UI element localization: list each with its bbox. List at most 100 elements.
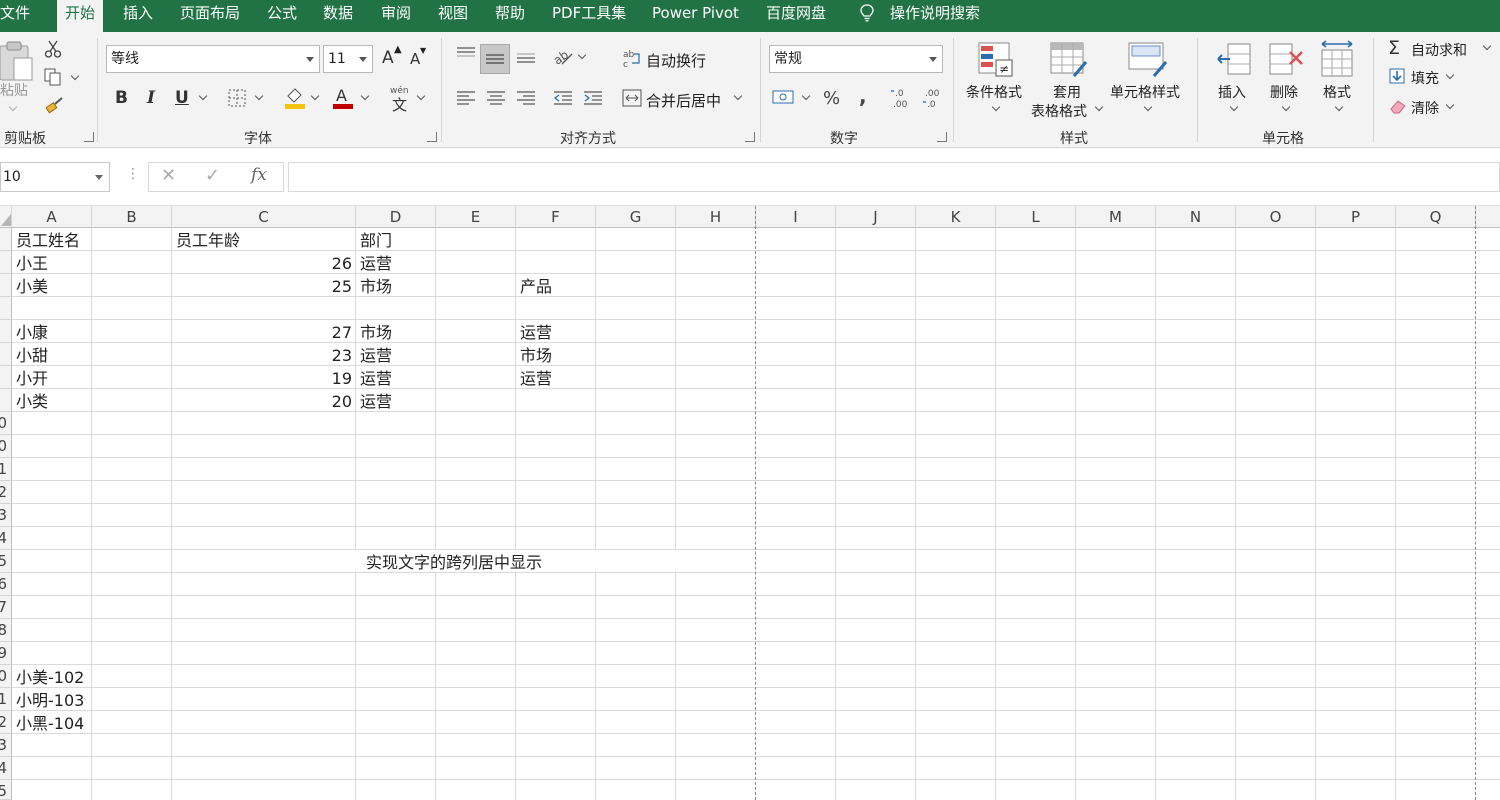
cell-d2[interactable]: 运营 xyxy=(356,252,396,275)
autosum-dropdown-icon[interactable] xyxy=(1482,41,1492,51)
merge-center-icon[interactable] xyxy=(622,89,642,107)
col-header-i[interactable]: I xyxy=(756,206,836,228)
insert-cells-icon[interactable] xyxy=(1216,42,1252,78)
cell-d3[interactable]: 市场 xyxy=(356,275,396,298)
conditional-dropdown-icon[interactable] xyxy=(991,102,1001,112)
col-header-g[interactable]: G xyxy=(596,206,676,228)
tab-pdf-tools[interactable]: PDF工具集 xyxy=(552,0,626,32)
clear-button[interactable]: 清除 xyxy=(1411,98,1439,118)
tab-baidu-netdisk[interactable]: 百度网盘 xyxy=(766,0,826,32)
col-header-p[interactable]: P xyxy=(1316,206,1396,228)
cell-c3[interactable]: 25 xyxy=(172,275,356,298)
grow-font-button[interactable]: A xyxy=(382,48,394,68)
increase-indent-icon[interactable] xyxy=(583,90,603,106)
row-header[interactable] xyxy=(0,297,12,320)
phonetic-dropdown-icon[interactable] xyxy=(416,91,426,101)
autosum-button[interactable]: 自动求和 xyxy=(1411,40,1467,60)
col-header-c[interactable]: C xyxy=(172,206,356,228)
delete-cells-icon[interactable] xyxy=(1268,42,1304,78)
row-header[interactable] xyxy=(0,228,12,251)
row-header[interactable]: 8 xyxy=(0,619,12,642)
row-header[interactable]: 6 xyxy=(0,573,12,596)
merge-center-button[interactable]: 合并后居中 xyxy=(646,90,721,111)
confirm-entry-icon[interactable]: ✓ xyxy=(205,165,220,186)
col-header-m[interactable]: M xyxy=(1076,206,1156,228)
row-header[interactable] xyxy=(0,343,12,366)
cell-f6[interactable]: 市场 xyxy=(516,344,556,367)
insert-function-icon[interactable]: fx xyxy=(251,165,267,185)
font-launcher-icon[interactable] xyxy=(427,132,437,142)
align-center-icon[interactable] xyxy=(486,90,506,106)
tab-page-layout[interactable]: 页面布局 xyxy=(180,0,240,32)
col-header-n[interactable]: N xyxy=(1156,206,1236,228)
col-header-a[interactable]: A xyxy=(12,206,92,228)
cell-a5[interactable]: 小康 xyxy=(12,321,52,344)
row-header[interactable]: 1 xyxy=(0,688,12,711)
row-header[interactable] xyxy=(0,274,12,297)
tab-view[interactable]: 视图 xyxy=(438,0,468,32)
underline-dropdown-icon[interactable] xyxy=(198,91,208,101)
tab-file[interactable]: 文件 xyxy=(0,0,30,32)
copy-icon[interactable] xyxy=(44,68,64,86)
tab-power-pivot[interactable]: Power Pivot xyxy=(652,0,739,32)
format-as-table-line2[interactable]: 表格格式 xyxy=(1031,101,1087,121)
insert-dropdown-icon[interactable] xyxy=(1229,102,1239,112)
cell-d5[interactable]: 市场 xyxy=(356,321,396,344)
tab-home[interactable]: 开始 xyxy=(57,0,104,32)
fill-color-icon[interactable] xyxy=(284,86,306,110)
align-top-icon[interactable] xyxy=(456,46,476,62)
cell-c5[interactable]: 27 xyxy=(172,321,356,344)
row-header[interactable]: 2 xyxy=(0,711,12,734)
cell-c6[interactable]: 23 xyxy=(172,344,356,367)
cell-a22[interactable]: 小黑-104 xyxy=(12,712,88,735)
row-header[interactable]: 5 xyxy=(0,780,12,800)
font-name-select[interactable]: 等线 xyxy=(106,45,320,73)
col-header-o[interactable]: O xyxy=(1236,206,1316,228)
row-header[interactable]: 1 xyxy=(0,458,12,481)
cell-d7[interactable]: 运营 xyxy=(356,367,396,390)
formula-input[interactable] xyxy=(288,162,1500,192)
row-header[interactable] xyxy=(0,320,12,343)
accounting-dropdown-icon[interactable] xyxy=(801,91,811,101)
row-header[interactable]: 4 xyxy=(0,757,12,780)
font-size-select[interactable]: 11 xyxy=(323,45,373,73)
conditional-formatting-button[interactable]: 条件格式 xyxy=(966,82,1022,102)
row-header[interactable] xyxy=(0,251,12,274)
clear-dropdown-icon[interactable] xyxy=(1445,100,1455,110)
font-color-dropdown-icon[interactable] xyxy=(360,91,370,101)
tell-me-search[interactable]: 操作说明搜索 xyxy=(890,0,980,32)
cell-c8[interactable]: 20 xyxy=(172,390,356,413)
accounting-format-icon[interactable] xyxy=(772,88,796,108)
format-dropdown-icon[interactable] xyxy=(1334,102,1344,112)
fill-color-dropdown-icon[interactable] xyxy=(310,91,320,101)
wrap-text-button[interactable]: 自动换行 xyxy=(646,50,706,71)
row-header[interactable]: 0 xyxy=(0,665,12,688)
copy-dropdown-icon[interactable] xyxy=(70,71,80,81)
row-header[interactable]: 4 xyxy=(0,527,12,550)
row-header[interactable]: 3 xyxy=(0,734,12,757)
decrease-decimal-icon[interactable]: .00 .0 xyxy=(922,86,944,110)
format-as-table-icon[interactable] xyxy=(1050,42,1088,78)
cell-d8[interactable]: 运营 xyxy=(356,390,396,413)
row-header[interactable]: 0 xyxy=(0,412,12,435)
font-color-icon[interactable]: A xyxy=(332,86,354,110)
borders-icon[interactable] xyxy=(228,89,246,107)
cell-c1[interactable]: 员工年龄 xyxy=(172,229,244,252)
fill-down-icon[interactable] xyxy=(1389,68,1405,84)
fill-dropdown-icon[interactable] xyxy=(1445,70,1455,80)
cell-f3[interactable]: 产品 xyxy=(516,275,556,298)
format-cells-icon[interactable] xyxy=(1320,40,1356,78)
tab-review[interactable]: 审阅 xyxy=(381,0,411,32)
comma-style-button[interactable]: , xyxy=(859,84,867,108)
cell-styles-button[interactable]: 单元格样式 xyxy=(1110,82,1180,102)
col-header-l[interactable]: L xyxy=(996,206,1076,228)
align-left-icon[interactable] xyxy=(456,90,476,106)
cell-c2[interactable]: 26 xyxy=(172,252,356,275)
cell-a1[interactable]: 员工姓名 xyxy=(12,229,84,252)
decrease-indent-icon[interactable] xyxy=(553,90,573,106)
format-as-table-line1[interactable]: 套用 xyxy=(1053,82,1081,102)
paste-icon[interactable] xyxy=(0,40,36,84)
row-header[interactable]: 0 xyxy=(0,435,12,458)
col-header-k[interactable]: K xyxy=(916,206,996,228)
row-header[interactable]: 2 xyxy=(0,481,12,504)
